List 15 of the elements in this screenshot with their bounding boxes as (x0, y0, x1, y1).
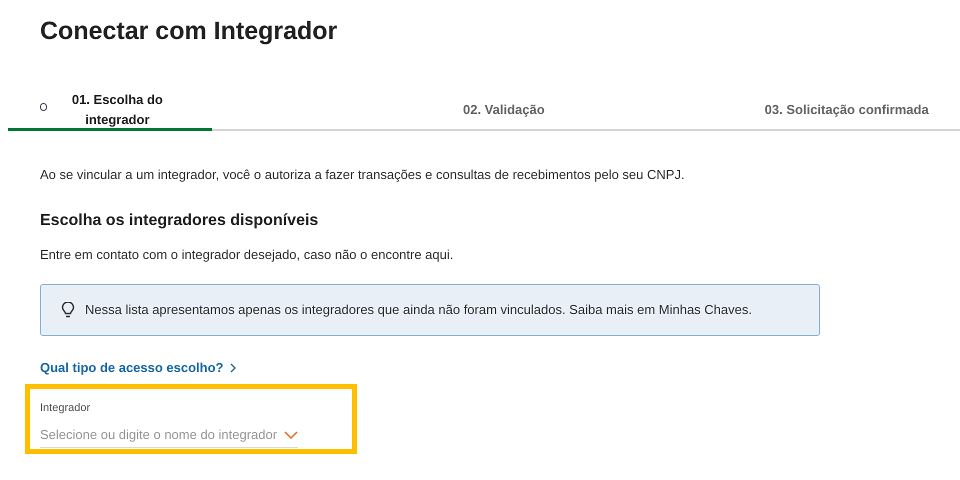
integrator-select[interactable]: Selecione ou digite o nome do integrador (40, 423, 298, 448)
integrator-input[interactable]: Selecione ou digite o nome do integrador (40, 425, 280, 445)
step-tab[interactable]: 01. Escolha do integrador (8, 91, 212, 131)
page-title: Conectar com Integrador (40, 16, 338, 46)
chevron-right-icon (230, 362, 236, 373)
section-title: Escolha os integradores disponíveis (40, 210, 320, 230)
step-tab[interactable]: 02. Validação (463, 91, 545, 131)
lightbulb-icon (61, 302, 75, 318)
access-link[interactable]: Qual tipo de acesso escolho? (40, 358, 236, 378)
info-text: Nessa lista apresentamos apenas os integradores que ainda não foram vinculados. Saiba mais em Minhas Chaves. (85, 301, 752, 320)
section-text: Entre em contato com o integrador desejado, caso não o encontre aqui. (40, 246, 454, 264)
field-label: Integrador (40, 401, 90, 416)
intro-text: Ao se vincular a um integrador, você o autoriza a fazer transações e consultas de recebimentos pelo seu CNPJ. (40, 166, 686, 184)
step-tab[interactable]: 03. Solicitação confirmada (764, 91, 929, 131)
chevron-down-icon (284, 431, 298, 439)
